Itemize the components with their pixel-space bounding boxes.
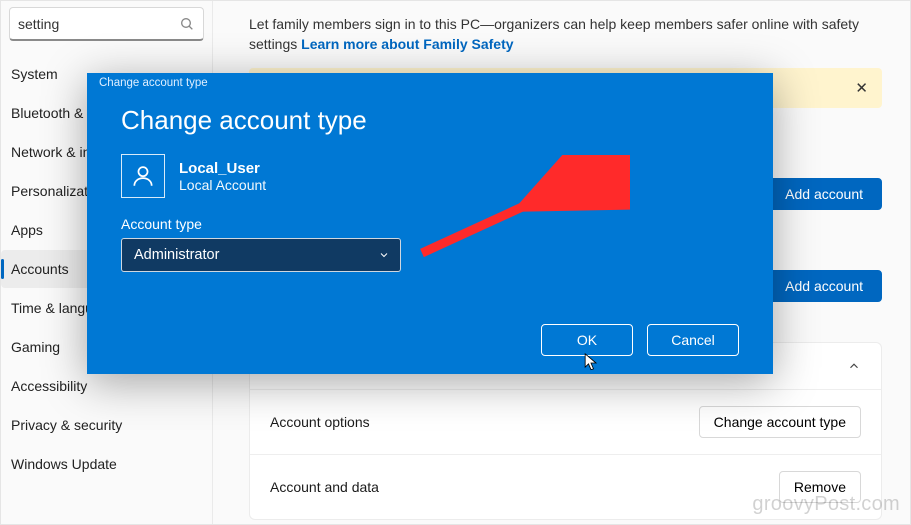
search-input-wrap[interactable] xyxy=(9,7,204,41)
cancel-button[interactable]: Cancel xyxy=(647,324,739,356)
sidebar-item-label: Gaming xyxy=(11,339,60,355)
sidebar-item-label: Accessibility xyxy=(11,378,87,394)
user-avatar xyxy=(121,154,165,198)
user-account-type: Local Account xyxy=(179,177,266,193)
family-safety-link[interactable]: Learn more about Family Safety xyxy=(301,36,513,52)
chevron-up-icon xyxy=(847,359,861,373)
sidebar-item-label: System xyxy=(11,66,58,82)
sidebar-item-label: Windows Update xyxy=(11,456,117,472)
account-type-label: Account type xyxy=(121,216,739,232)
remove-account-button[interactable]: Remove xyxy=(779,471,861,503)
sidebar-item-label: Privacy & security xyxy=(11,417,122,433)
sidebar-item-privacy[interactable]: Privacy & security xyxy=(1,406,206,444)
user-name: Local_User xyxy=(179,160,266,177)
account-options-label: Account options xyxy=(270,414,370,430)
sidebar-item-label: Apps xyxy=(11,222,43,238)
ok-button[interactable]: OK xyxy=(541,324,633,356)
sidebar-item-windows-update[interactable]: Windows Update xyxy=(1,445,206,483)
dialog-titlebar: Change account type xyxy=(87,73,773,97)
family-intro: Let family members sign in to this PC—or… xyxy=(249,15,882,54)
person-icon xyxy=(130,163,156,189)
add-account-button[interactable]: Add account xyxy=(766,270,882,302)
change-account-type-dialog: Change account type Change account type … xyxy=(87,73,773,374)
search-input[interactable] xyxy=(18,16,169,32)
sidebar-item-label: Accounts xyxy=(11,261,69,277)
account-data-label: Account and data xyxy=(270,479,379,495)
cursor-icon xyxy=(584,353,598,373)
search-icon xyxy=(179,16,195,32)
selected-account-type: Administrator xyxy=(134,247,219,263)
account-type-select[interactable]: Administrator xyxy=(121,238,401,272)
dialog-heading: Change account type xyxy=(121,105,739,136)
close-icon[interactable]: ✕ xyxy=(855,79,868,97)
chevron-down-icon xyxy=(378,249,390,261)
add-account-button[interactable]: Add account xyxy=(766,178,882,210)
change-account-type-button[interactable]: Change account type xyxy=(699,406,861,438)
